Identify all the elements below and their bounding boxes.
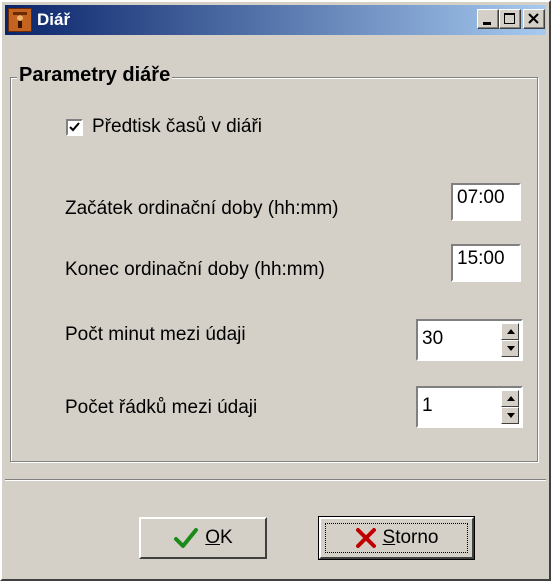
minimize-icon <box>483 22 491 25</box>
triangle-down-icon <box>507 413 515 418</box>
maximize-icon <box>504 13 515 24</box>
rows-value: 1 <box>422 395 433 416</box>
minutes-label: Počt minut mezi údaji <box>65 324 246 345</box>
ok-label: OK <box>205 527 233 548</box>
maximize-button[interactable] <box>499 9 521 29</box>
close-icon <box>528 13 539 24</box>
separator <box>5 479 546 481</box>
triangle-up-icon <box>507 329 515 334</box>
rows-up-button[interactable] <box>501 390 519 407</box>
rows-label: Počet řádků mezi údaji <box>65 397 258 418</box>
minutes-value: 30 <box>422 328 444 349</box>
start-time-input[interactable]: 07:00 <box>451 183 521 221</box>
diar-dialog: Diář Parametry diáře Předtisk časů v diá… <box>0 0 551 581</box>
triangle-up-icon <box>507 396 515 401</box>
rows-down-button[interactable] <box>501 407 519 424</box>
end-time-value: 15:00 <box>457 248 505 269</box>
window-title: Diář <box>37 10 71 29</box>
x-icon <box>355 528 376 548</box>
app-icon[interactable] <box>8 8 32 32</box>
cancel-button[interactable]: Storno <box>318 516 475 560</box>
minutes-down-button[interactable] <box>501 340 519 357</box>
minutes-spin <box>501 323 519 357</box>
checkmark-icon <box>69 122 80 132</box>
checkmark-icon <box>174 528 199 548</box>
end-time-input[interactable]: 15:00 <box>451 244 521 282</box>
preprint-checkbox[interactable] <box>66 119 83 136</box>
rows-stepper[interactable]: 1 <box>416 386 523 428</box>
close-button[interactable] <box>523 9 545 29</box>
ok-button[interactable]: OK <box>139 517 267 559</box>
group-title: Parametry diáře <box>17 64 173 87</box>
cancel-label: Storno <box>382 527 439 548</box>
minutes-stepper[interactable]: 30 <box>416 319 523 361</box>
minutes-up-button[interactable] <box>501 323 519 340</box>
preprint-label: Předtisk časů v diáři <box>92 116 263 137</box>
title-bar[interactable]: Diář <box>5 5 546 35</box>
rows-spin <box>501 390 519 424</box>
triangle-down-icon <box>507 346 515 351</box>
end-label: Konec ordinační doby (hh:mm) <box>65 259 325 280</box>
start-label: Začátek ordinační doby (hh:mm) <box>65 198 339 219</box>
start-time-value: 07:00 <box>457 187 505 208</box>
minimize-button[interactable] <box>477 9 499 29</box>
